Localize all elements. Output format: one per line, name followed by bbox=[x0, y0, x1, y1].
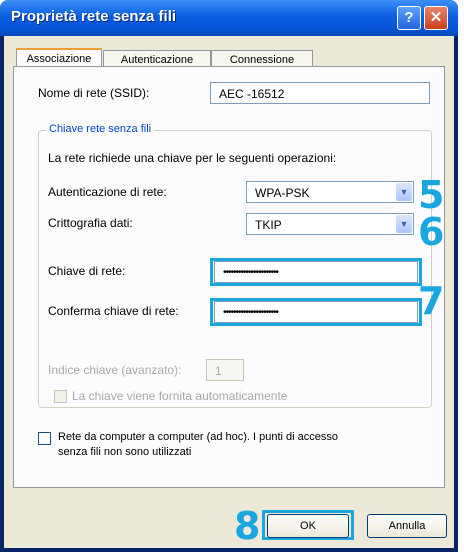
auto-key-checkbox[interactable] bbox=[54, 390, 67, 403]
key-requirement-text: La rete richiede una chiave per le segue… bbox=[48, 151, 337, 165]
key-index-stepper[interactable]: 1 bbox=[206, 359, 244, 381]
adhoc-checkbox[interactable] bbox=[38, 432, 51, 445]
help-button[interactable]: ? bbox=[397, 6, 421, 30]
confirm-key-input[interactable]: •••••••••••••••••••••• bbox=[214, 301, 418, 323]
dialog-body: Associazione Autenticazione Connessione … bbox=[4, 36, 454, 548]
encryption-select[interactable]: TKIP ▼ bbox=[246, 213, 414, 235]
tab-panel: Nome di rete (SSID): AEC -16512 Chiave r… bbox=[13, 66, 445, 488]
adhoc-label-line1: Rete da computer a computer (ad hoc). I … bbox=[58, 431, 339, 443]
ok-button[interactable]: OK bbox=[267, 514, 349, 538]
step-number-8: 8 bbox=[234, 504, 261, 548]
auth-select[interactable]: WPA-PSK ▼ bbox=[246, 181, 414, 203]
auth-label: Autenticazione di rete: bbox=[48, 185, 167, 199]
key-index-label: Indice chiave (avanzato): bbox=[48, 363, 182, 377]
step-number-6: 6 bbox=[418, 210, 445, 254]
chevron-down-icon[interactable]: ▼ bbox=[396, 183, 412, 201]
wireless-key-group-title: Chiave rete senza fili bbox=[46, 123, 155, 135]
title-bar[interactable]: Proprietà rete senza fili ? ✕ bbox=[0, 0, 458, 36]
network-key-input[interactable]: •••••••••••••••••••••• bbox=[214, 261, 418, 283]
confirm-key-label: Conferma chiave di rete: bbox=[48, 304, 179, 318]
network-key-label: Chiave di rete: bbox=[48, 264, 126, 278]
encryption-label: Crittografia dati: bbox=[48, 216, 133, 230]
chevron-down-icon[interactable]: ▼ bbox=[396, 215, 412, 233]
close-button[interactable]: ✕ bbox=[424, 6, 448, 30]
adhoc-label-line2: senza fili non sono utilizzati bbox=[58, 446, 192, 458]
auto-key-label: La chiave viene fornita automaticamente bbox=[72, 389, 288, 403]
step-number-7: 7 bbox=[418, 279, 445, 323]
step-number-5: 5 bbox=[418, 173, 445, 217]
auth-select-value: WPA-PSK bbox=[255, 186, 310, 200]
encryption-select-value: TKIP bbox=[255, 218, 282, 232]
ssid-input[interactable]: AEC -16512 bbox=[210, 82, 430, 104]
cancel-button[interactable]: Annulla bbox=[367, 514, 447, 538]
dialog-window: Proprietà rete senza fili ? ✕ Associazio… bbox=[0, 0, 458, 552]
window-title: Proprietà rete senza fili bbox=[11, 8, 177, 25]
ssid-label: Nome di rete (SSID): bbox=[38, 86, 150, 100]
